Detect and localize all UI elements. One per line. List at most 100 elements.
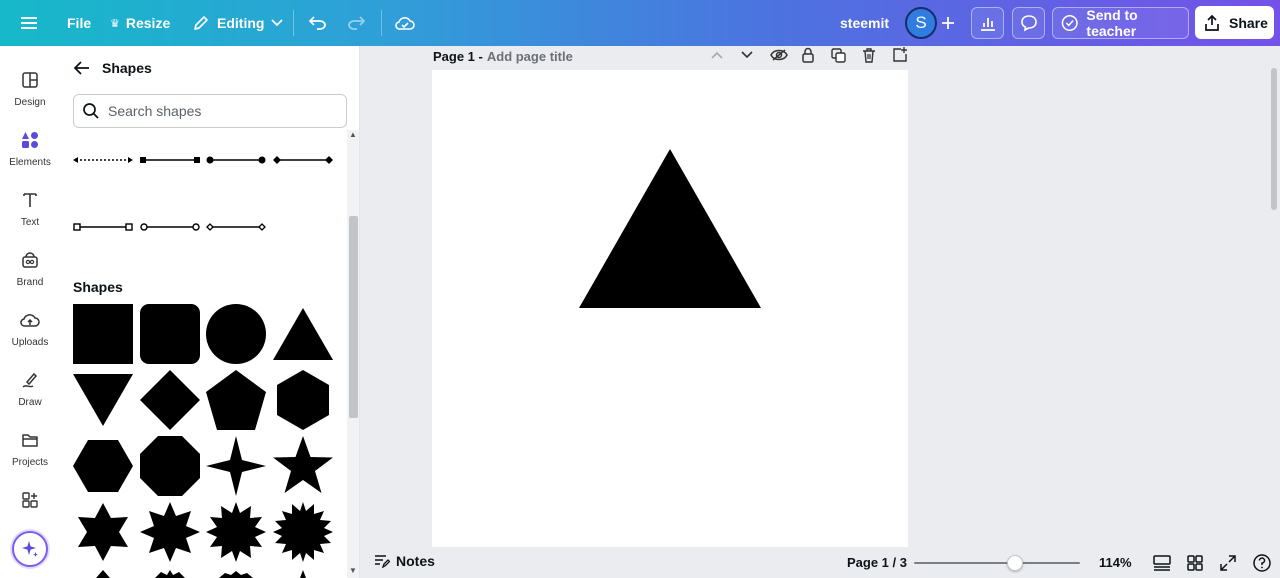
menu-button[interactable] xyxy=(21,0,37,46)
shape-octagon[interactable] xyxy=(139,435,201,497)
shape-diamond[interactable] xyxy=(139,369,201,431)
insights-button[interactable] xyxy=(971,7,1004,39)
zoom-level[interactable]: 114% xyxy=(1099,555,1132,570)
scroll-up-arrow-icon[interactable]: ▲ xyxy=(349,130,357,139)
chevron-down-icon xyxy=(271,19,284,27)
share-upload-icon xyxy=(1205,14,1219,31)
save-status-button[interactable] xyxy=(395,0,415,46)
chevron-up-icon[interactable] xyxy=(710,50,724,60)
line-hollow-diamond-ends[interactable] xyxy=(205,217,267,237)
line-circle-ends[interactable] xyxy=(205,150,267,170)
rail-item-projects[interactable]: Projects xyxy=(0,422,60,478)
project-name[interactable]: steemit xyxy=(840,0,889,46)
shape-hexagon-horizontal[interactable] xyxy=(72,435,134,497)
add-page-icon[interactable] xyxy=(892,47,908,63)
scroll-down-arrow-icon[interactable]: ▼ xyxy=(349,566,357,575)
sparkle-icon xyxy=(22,541,38,557)
zoom-slider-track[interactable] xyxy=(914,562,1080,564)
shape-starburst-sixteen[interactable] xyxy=(272,501,334,563)
shape-rounded-square[interactable] xyxy=(139,303,201,365)
chevron-down-icon[interactable] xyxy=(740,50,754,60)
comment-icon xyxy=(1020,15,1037,32)
fullscreen-icon[interactable] xyxy=(1218,553,1238,573)
shape-inverted-triangle[interactable] xyxy=(72,369,134,431)
line-diamond-ends[interactable] xyxy=(272,150,334,170)
add-collaborator-button[interactable] xyxy=(942,0,954,46)
rail-item-text[interactable]: Text xyxy=(0,182,60,238)
hide-eye-icon[interactable] xyxy=(770,48,788,62)
rail-label: Design xyxy=(14,97,46,108)
section-label-shapes: Shapes xyxy=(73,279,123,295)
pencil-icon xyxy=(194,16,208,30)
search-box[interactable] xyxy=(73,94,347,128)
page-title-bar: Page 1 - Add page title xyxy=(433,47,573,65)
rail-item-elements[interactable]: Elements xyxy=(0,122,60,178)
avatar[interactable]: S xyxy=(905,7,937,39)
check-circle-icon xyxy=(1061,14,1078,32)
line-dotted-arrow[interactable] xyxy=(72,150,134,170)
notes-button[interactable]: Notes xyxy=(374,553,435,569)
search-icon xyxy=(83,103,99,119)
grid-view-icon[interactable] xyxy=(1185,553,1205,573)
line-square-ends[interactable] xyxy=(139,150,201,170)
canvas-triangle[interactable] xyxy=(579,149,761,308)
shape-hexagon-vertical[interactable] xyxy=(272,369,334,431)
panel-header: Shapes xyxy=(74,60,152,76)
shapes-panel: Shapes Shapes xyxy=(60,46,360,578)
undo-button[interactable] xyxy=(309,0,327,46)
shape-partial[interactable] xyxy=(205,567,267,578)
line-hollow-square-ends[interactable] xyxy=(72,217,134,237)
help-icon[interactable] xyxy=(1252,553,1272,573)
shape-partial[interactable] xyxy=(139,567,201,578)
side-navigation: Design Elements Text Brand Uploads Draw xyxy=(0,46,60,578)
redo-button[interactable] xyxy=(347,0,365,46)
shape-triangle[interactable] xyxy=(272,303,334,365)
bottom-bar xyxy=(361,548,1280,578)
notes-label: Notes xyxy=(396,553,435,569)
rail-item-apps[interactable] xyxy=(0,482,60,538)
magic-assistant-button[interactable] xyxy=(12,531,48,567)
send-to-teacher-button[interactable]: Send to teacher xyxy=(1052,7,1189,39)
shape-partial[interactable] xyxy=(72,567,134,578)
page-count[interactable]: Page 1 / 3 xyxy=(847,555,907,570)
panel-scrollbar-thumb[interactable] xyxy=(349,216,358,418)
duplicate-icon[interactable] xyxy=(831,47,846,63)
shape-eight-point-star[interactable] xyxy=(139,501,201,563)
rail-label: Uploads xyxy=(11,337,49,348)
page-tools xyxy=(710,44,908,66)
bar-chart-icon xyxy=(980,18,995,31)
share-button[interactable]: Share xyxy=(1195,6,1274,39)
shape-circle[interactable] xyxy=(205,303,267,365)
brand-icon xyxy=(16,246,44,274)
rail-item-design[interactable]: Design xyxy=(0,62,60,118)
toolbar-divider xyxy=(293,10,294,36)
resize-button[interactable]: ♛ Resize xyxy=(110,0,170,46)
shape-square[interactable] xyxy=(72,303,134,365)
upload-cloud-icon xyxy=(16,306,44,334)
shape-five-point-star[interactable] xyxy=(272,435,334,497)
rail-item-brand[interactable]: Brand xyxy=(0,242,60,298)
page-title-input[interactable]: Add page title xyxy=(487,49,573,64)
comments-button[interactable] xyxy=(1012,7,1045,39)
canvas-scrollbar[interactable] xyxy=(1271,68,1277,210)
shape-six-point-star[interactable] xyxy=(72,501,134,563)
editing-mode-button[interactable]: Editing xyxy=(192,0,284,46)
design-page[interactable] xyxy=(432,70,908,547)
notes-icon xyxy=(375,555,390,568)
back-arrow-icon[interactable] xyxy=(74,61,90,75)
shape-pentagon[interactable] xyxy=(205,369,267,431)
file-menu[interactable]: File xyxy=(67,0,91,46)
rail-label: Draw xyxy=(18,397,42,408)
rail-item-draw[interactable]: Draw xyxy=(0,362,60,418)
shape-four-point-star[interactable] xyxy=(205,435,267,497)
pages-view-icon[interactable] xyxy=(1152,553,1172,573)
redo-icon xyxy=(348,16,365,30)
line-hollow-circle-ends[interactable] xyxy=(139,217,201,237)
shape-partial[interactable] xyxy=(272,567,334,578)
trash-icon[interactable] xyxy=(862,47,876,63)
cloud-check-icon xyxy=(395,17,415,30)
rail-item-uploads[interactable]: Uploads xyxy=(0,302,60,358)
lock-icon[interactable] xyxy=(801,47,815,63)
search-input[interactable] xyxy=(108,103,328,119)
shape-starburst-twelve[interactable] xyxy=(205,501,267,563)
